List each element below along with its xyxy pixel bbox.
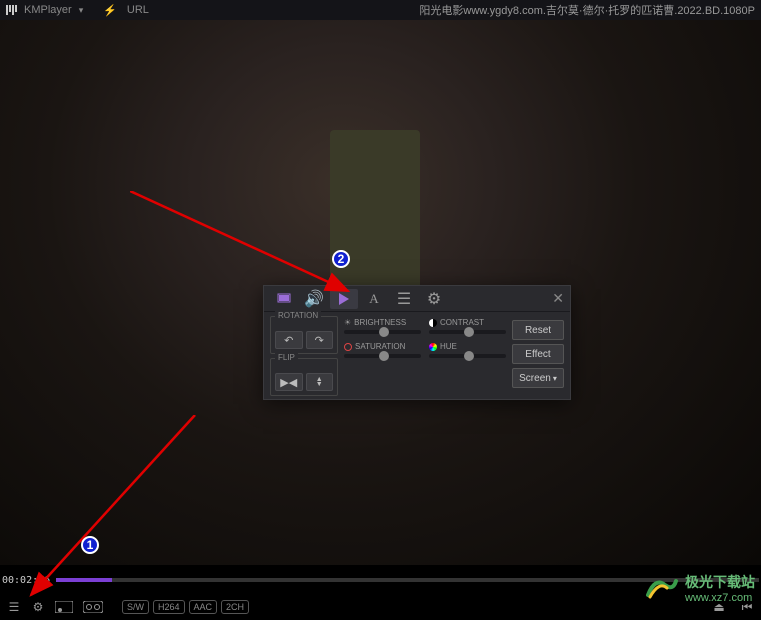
flip-legend: FLIP bbox=[275, 353, 298, 362]
flip-vertical-button[interactable]: ▲▼ bbox=[306, 373, 334, 391]
rotation-legend: ROTATION bbox=[275, 311, 321, 320]
text-icon: A bbox=[369, 291, 378, 307]
hue-slider[interactable] bbox=[429, 354, 506, 358]
tab-playlist[interactable]: ☰ bbox=[390, 289, 418, 309]
codec-tags: S/W H264 AAC 2CH bbox=[122, 600, 249, 614]
rotation-fieldset: ROTATION ↶ ↷ bbox=[270, 316, 338, 354]
control-panel: 🔊 A ☰ ⚙ ✕ ROTATION ↶ ↷ FLIP ▶◀ ▲▼ bbox=[263, 285, 571, 400]
playlist-icon[interactable]: ☰ bbox=[6, 599, 22, 615]
flip-horizontal-button[interactable]: ▶◀ bbox=[275, 373, 303, 391]
watermark-logo-icon bbox=[645, 575, 679, 601]
progress-fill bbox=[56, 578, 112, 582]
brightness-icon: ☀ bbox=[344, 318, 351, 327]
speaker-icon: 🔊 bbox=[304, 289, 324, 309]
tab-display[interactable] bbox=[270, 289, 298, 309]
file-title: 阳光电影www.ygdy8.com.吉尔莫·德尔·托罗的匹诺曹.2022.BD.… bbox=[419, 2, 755, 18]
brightness-slider[interactable] bbox=[344, 330, 421, 334]
saturation-icon bbox=[344, 343, 352, 351]
saturation-control: SATURATION bbox=[344, 342, 421, 364]
app-name: KMPlayer bbox=[24, 4, 72, 16]
panel-tabs: 🔊 A ☰ ⚙ ✕ bbox=[264, 286, 570, 312]
tag-sw: S/W bbox=[122, 600, 149, 614]
bolt-icon[interactable]: ⚡ bbox=[103, 4, 117, 17]
app-logo[interactable]: KMPlayer ▾ bbox=[6, 4, 83, 16]
panel-body: ROTATION ↶ ↷ FLIP ▶◀ ▲▼ ☀BRIGHTNESS bbox=[264, 312, 570, 402]
watermark: 极光下载站 www.xz7.com bbox=[645, 572, 755, 604]
play-icon bbox=[339, 293, 349, 305]
contrast-control: CONTRAST bbox=[429, 318, 506, 340]
current-time: 00:02:56 bbox=[2, 575, 50, 586]
gear-icon: ⚙ bbox=[427, 289, 441, 309]
rotate-cw-button[interactable]: ↷ bbox=[306, 331, 334, 349]
brightness-control: ☀BRIGHTNESS bbox=[344, 318, 421, 340]
flip-fieldset: FLIP ▶◀ ▲▼ bbox=[270, 358, 338, 396]
rotate-ccw-button[interactable]: ↶ bbox=[275, 331, 303, 349]
watermark-text: 极光下载站 bbox=[685, 572, 755, 592]
annotation-badge-1: 1 bbox=[81, 536, 99, 554]
tag-h264: H264 bbox=[153, 600, 185, 614]
tag-2ch: 2CH bbox=[221, 600, 249, 614]
tab-audio[interactable]: 🔊 bbox=[300, 289, 328, 309]
chevron-down-icon[interactable]: ▾ bbox=[79, 5, 84, 16]
contrast-icon bbox=[429, 319, 437, 327]
annotation-badge-2: 2 bbox=[332, 250, 350, 268]
cast-icon[interactable] bbox=[54, 599, 74, 615]
hue-control: HUE bbox=[429, 342, 506, 364]
url-label[interactable]: URL bbox=[127, 4, 149, 16]
hue-icon bbox=[429, 343, 437, 351]
effect-button[interactable]: Effect bbox=[512, 344, 564, 364]
tab-play[interactable] bbox=[330, 289, 358, 309]
tab-settings[interactable]: ⚙ bbox=[420, 289, 448, 309]
close-button[interactable]: ✕ bbox=[552, 290, 564, 307]
kmplayer-logo-icon bbox=[6, 5, 20, 15]
list-icon: ☰ bbox=[397, 289, 411, 309]
contrast-slider[interactable] bbox=[429, 330, 506, 334]
watermark-sub: www.xz7.com bbox=[685, 592, 755, 604]
saturation-slider[interactable] bbox=[344, 354, 421, 358]
vr-icon[interactable] bbox=[82, 599, 104, 615]
tag-aac: AAC bbox=[189, 600, 218, 614]
titlebar: KMPlayer ▾ ⚡ URL 阳光电影www.ygdy8.com.吉尔莫·德… bbox=[0, 0, 761, 20]
tab-subtitle[interactable]: A bbox=[360, 289, 388, 309]
screen-button[interactable]: Screen▾ bbox=[512, 368, 564, 388]
settings-gear-icon[interactable]: ⚙ bbox=[30, 599, 46, 615]
reset-button[interactable]: Reset bbox=[512, 320, 564, 340]
